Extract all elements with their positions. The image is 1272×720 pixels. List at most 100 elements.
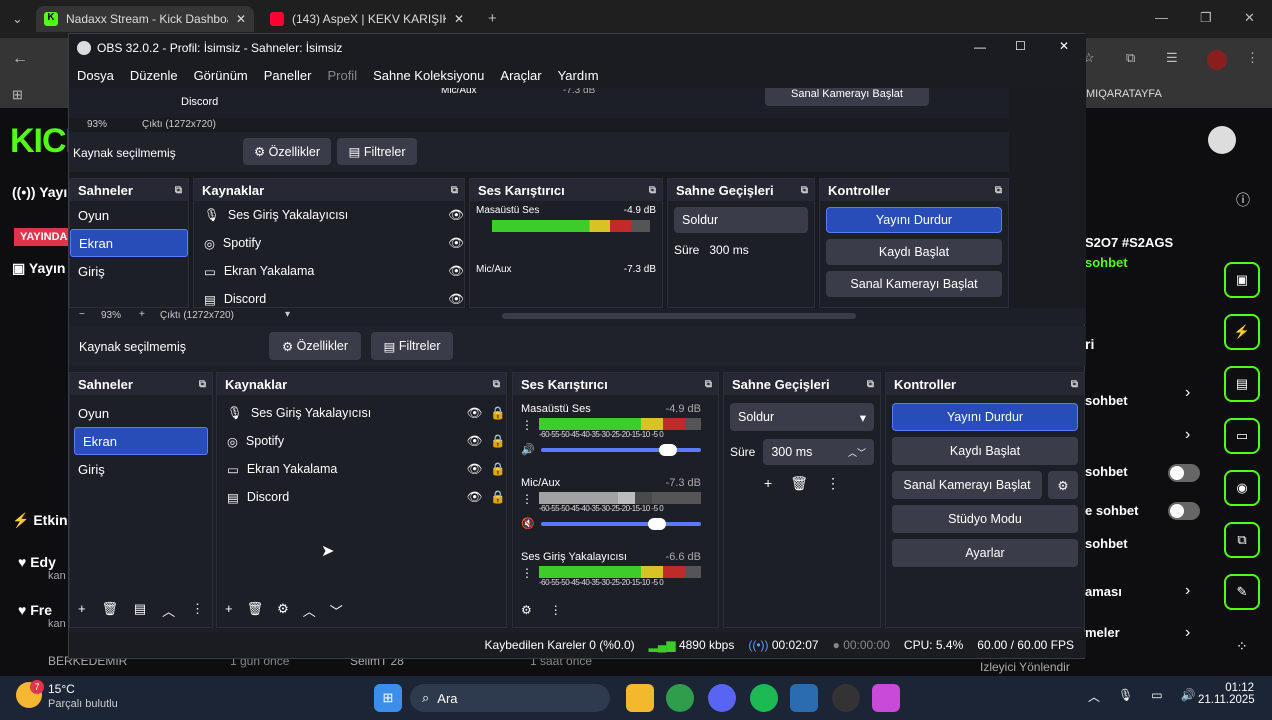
volume-slider[interactable] [540,517,701,530]
settings-button[interactable]: Ayarlar [892,539,1078,567]
clock[interactable]: 01:12 21.11.2025 [1198,682,1255,706]
filters-button[interactable]: ▤ Filtreler [371,332,453,360]
document-button[interactable]: ▤ [1224,366,1260,402]
properties-button[interactable]: ⚙ Özellikler [269,332,361,360]
restore-icon[interactable]: ❐ [1200,10,1212,26]
toggle[interactable] [1168,464,1200,482]
kick-nav-item[interactable]: ((•)) Yayın [12,184,76,200]
eye-icon[interactable]: 👁 [467,406,483,421]
chevron-down-icon[interactable]: ﹀ [330,601,343,620]
chevron-right-icon[interactable]: › [1185,582,1190,600]
trash-icon[interactable]: 🗑 [247,601,264,620]
menu-duzenle[interactable]: Düzenle [122,68,186,83]
scrollbar[interactable] [502,313,856,319]
menu-profil[interactable]: Profil [319,68,365,83]
chevron-right-icon[interactable]: › [1185,624,1190,642]
zoom-out-icon[interactable]: − [79,309,85,320]
lock-icon[interactable]: 🔒 [490,406,506,421]
spotify-icon[interactable] [750,684,778,712]
chevron-right-icon[interactable]: › [1185,426,1190,444]
playlist-icon[interactable]: ☰ [1166,50,1178,66]
back-icon[interactable]: ← [12,50,28,68]
start-recording-button[interactable]: Kaydı Başlat [892,437,1078,465]
tab-list-icon[interactable]: ⌄ [12,11,23,27]
lock-icon[interactable]: 🔒 [490,490,506,505]
kick-nav-item[interactable]: ▣ Yayın [12,260,65,277]
kick-avatar[interactable] [1208,126,1236,154]
broadcast-button[interactable]: ◉ [1224,470,1260,506]
discord-icon[interactable] [708,684,736,712]
tab-youtube[interactable]: (143) AspeX | KEKV KARIŞIK MONTA ✕ [262,6,472,32]
menu-icon[interactable]: ⋮ [1246,50,1259,66]
close-icon[interactable]: ✕ [454,12,464,26]
minimize-icon[interactable]: — [974,40,986,54]
menu-paneller[interactable]: Paneller [256,68,320,83]
mic-icon[interactable]: 🎙 [1118,688,1133,705]
more-icon[interactable]: ⋮ [826,475,840,492]
undock-icon[interactable]: ⧉ [867,379,874,390]
stop-stream-button[interactable]: Yayını Durdur [892,403,1078,431]
info-icon[interactable]: ⓘ [1236,190,1250,210]
trash-icon[interactable]: 🗑 [101,601,118,620]
volume-slider[interactable] [540,443,701,456]
scene-item[interactable]: Ekran [74,427,208,455]
menu-dosya[interactable]: Dosya [69,68,122,83]
lock-icon[interactable]: 🔒 [490,434,506,449]
mic-muted-icon[interactable]: 🔇 [521,517,535,530]
scene-item[interactable]: Giriş [70,455,212,483]
network-icon[interactable]: ▭ [1151,688,1162,705]
maximize-icon[interactable]: ☐ [1015,39,1026,53]
obs-icon[interactable] [832,684,860,712]
chevron-up-icon[interactable]: ︿ [162,601,175,620]
extensions-icon[interactable]: ⧉ [1126,50,1135,66]
bookmark-label[interactable]: MIQARATAYFA [1086,88,1162,100]
tools-button[interactable]: ✎ [1224,574,1260,610]
new-tab-icon[interactable]: + [488,10,497,27]
avatar[interactable] [1207,50,1227,70]
source-item[interactable]: 🎙 Ses Giriş Yakalayıcısı 👁 🔒 [217,399,506,427]
volume-icon[interactable]: 🔊 [1181,688,1196,705]
bolt-button[interactable]: ⚡ [1224,314,1260,350]
camera-button[interactable]: ▣ [1224,262,1260,298]
add-icon[interactable]: + [78,601,86,620]
chat-button[interactable]: ▭ [1224,418,1260,454]
menu-araclar[interactable]: Araçlar [492,68,549,83]
source-item[interactable]: ◎ Spotify 👁 🔒 [217,427,506,455]
virtual-camera-button[interactable]: Sanal Kamerayı Başlat [892,471,1042,499]
mixer-settings-icon[interactable]: ⚙ [521,603,532,617]
undock-icon[interactable]: ⧉ [705,379,712,390]
more-icon[interactable]: ⋮ [550,603,562,617]
chevron-up-icon[interactable]: ︿ [1088,688,1100,705]
undock-icon[interactable]: ⧉ [199,379,206,390]
chevron-down-icon[interactable]: ▾ [285,309,290,320]
source-item[interactable]: ▤ Discord 👁 🔒 [217,483,506,511]
gear-icon[interactable]: ⚙ [277,601,289,620]
trash-icon[interactable]: 🗑 [790,475,808,492]
eye-icon[interactable]: 👁 [467,462,483,477]
scene-item[interactable]: Oyun [70,399,212,427]
app-icon[interactable] [790,684,818,712]
tab-kick[interactable]: K Nadaxx Stream - Kick Dashboar ✕ [36,6,254,32]
add-icon[interactable]: + [225,601,233,620]
more-icon[interactable]: ⁘ [1236,638,1248,655]
source-item[interactable]: ▭ Ekran Yakalama 👁 🔒 [217,455,506,483]
apps-grid-icon[interactable]: ⊞ [12,87,23,103]
layout-button[interactable]: ⧉ [1224,522,1260,558]
preview-area[interactable]: Discord Mic/Aux -7.3 dB Sanal Kamerayı B… [69,88,1086,308]
close-icon[interactable]: ✕ [236,12,246,26]
menu-sahne-koleksiyonu[interactable]: Sahne Koleksiyonu [365,68,492,83]
more-icon[interactable]: ⋮ [191,601,204,620]
eye-icon[interactable]: 👁 [467,434,483,449]
more-icon[interactable]: ⋮ [521,418,533,439]
zoom-in-icon[interactable]: + [139,309,145,320]
lock-icon[interactable]: 🔒 [490,462,506,477]
chevron-up-icon[interactable]: ︿ [303,601,316,620]
undock-icon[interactable]: ⧉ [493,379,500,390]
speaker-icon[interactable]: 🔊 [521,443,535,456]
windows-start-icon[interactable]: ⊞ [374,684,402,712]
more-icon[interactable]: ⋮ [521,492,533,513]
virtual-camera-settings-icon[interactable]: ⚙ [1048,471,1078,499]
undock-icon[interactable]: ⧉ [1071,379,1078,390]
minimize-icon[interactable]: — [1155,10,1168,25]
app-icon[interactable] [872,684,900,712]
